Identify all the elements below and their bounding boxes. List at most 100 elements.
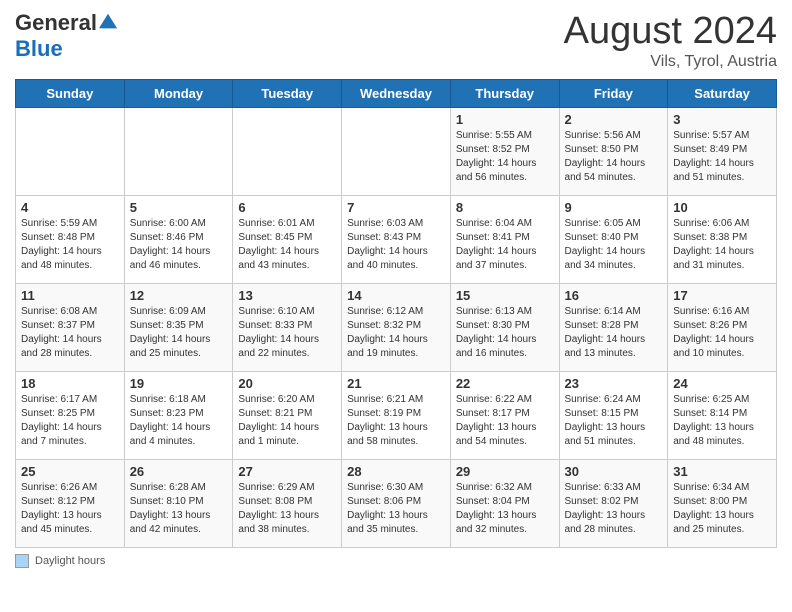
weekday-header-saturday: Saturday	[668, 80, 777, 108]
day-info: Sunrise: 6:24 AM Sunset: 8:15 PM Dayligh…	[565, 393, 663, 449]
day-number: 8	[456, 200, 554, 215]
day-number: 30	[565, 464, 663, 479]
calendar-cell	[124, 108, 233, 196]
day-number: 14	[347, 288, 445, 303]
day-number: 21	[347, 376, 445, 391]
day-info: Sunrise: 6:32 AM Sunset: 8:04 PM Dayligh…	[456, 481, 554, 537]
daylight-box	[15, 554, 29, 568]
logo: General Blue	[15, 10, 117, 62]
day-number: 6	[238, 200, 336, 215]
day-number: 16	[565, 288, 663, 303]
day-number: 3	[673, 112, 771, 127]
day-number: 18	[21, 376, 119, 391]
calendar-cell: 26Sunrise: 6:28 AM Sunset: 8:10 PM Dayli…	[124, 460, 233, 548]
day-info: Sunrise: 6:14 AM Sunset: 8:28 PM Dayligh…	[565, 305, 663, 361]
day-number: 7	[347, 200, 445, 215]
calendar-cell: 23 Sunrise: 6:24 AM Sunset: 8:15 PM Dayli…	[559, 372, 668, 460]
calendar-cell: 29 Sunrise: 6:32 AM Sunset: 8:04 PM Dayli…	[450, 460, 559, 548]
calendar-week-3: 11Sunrise: 6:08 AM Sunset: 8:37 PM Dayli…	[16, 284, 777, 372]
calendar-cell: 3 Sunrise: 5:57 AM Sunset: 8:49 PM Daylig…	[668, 108, 777, 196]
day-number: 2	[565, 112, 663, 127]
calendar-cell: 27 Sunrise: 6:29 AM Sunset: 8:08 PM Dayli…	[233, 460, 342, 548]
day-number: 24	[673, 376, 771, 391]
weekday-header-sunday: Sunday	[16, 80, 125, 108]
calendar-cell: 2 Sunrise: 5:56 AM Sunset: 8:50 PM Daylig…	[559, 108, 668, 196]
calendar-cell: 7 Sunrise: 6:03 AM Sunset: 8:43 PM Daylig…	[342, 196, 451, 284]
day-number: 17	[673, 288, 771, 303]
weekday-header-thursday: Thursday	[450, 80, 559, 108]
day-number: 15	[456, 288, 554, 303]
calendar-cell: 1 Sunrise: 5:55 AM Sunset: 8:52 PM Daylig…	[450, 108, 559, 196]
page-header: General Blue August 2024 Vils, Tyrol, Au…	[15, 10, 777, 71]
calendar-cell: 5Sunrise: 6:00 AM Sunset: 8:46 PM Daylig…	[124, 196, 233, 284]
calendar-cell: 31 Sunrise: 6:34 AM Sunset: 8:00 PM Dayli…	[668, 460, 777, 548]
logo-icon	[99, 12, 117, 30]
weekday-header-friday: Friday	[559, 80, 668, 108]
day-info: Sunrise: 6:08 AM Sunset: 8:37 PM Dayligh…	[21, 305, 119, 361]
calendar-cell: 16 Sunrise: 6:14 AM Sunset: 8:28 PM Dayli…	[559, 284, 668, 372]
day-number: 25	[21, 464, 119, 479]
day-info: Sunrise: 6:33 AM Sunset: 8:02 PM Dayligh…	[565, 481, 663, 537]
day-info: Sunrise: 6:04 AM Sunset: 8:41 PM Dayligh…	[456, 217, 554, 273]
calendar-week-4: 18 Sunrise: 6:17 AM Sunset: 8:25 PM Dayli…	[16, 372, 777, 460]
day-info: Sunrise: 5:55 AM Sunset: 8:52 PM Dayligh…	[456, 129, 554, 185]
calendar-cell: 6Sunrise: 6:01 AM Sunset: 8:45 PM Daylig…	[233, 196, 342, 284]
day-info: Sunrise: 5:56 AM Sunset: 8:50 PM Dayligh…	[565, 129, 663, 185]
day-info: Sunrise: 6:34 AM Sunset: 8:00 PM Dayligh…	[673, 481, 771, 537]
calendar-week-2: 4 Sunrise: 5:59 AM Sunset: 8:48 PM Daylig…	[16, 196, 777, 284]
calendar-footer: Daylight hours	[15, 554, 777, 568]
calendar-cell: 12 Sunrise: 6:09 AM Sunset: 8:35 PM Dayli…	[124, 284, 233, 372]
day-info: Sunrise: 6:12 AM Sunset: 8:32 PM Dayligh…	[347, 305, 445, 361]
weekday-header-row: SundayMondayTuesdayWednesdayThursdayFrid…	[16, 80, 777, 108]
day-number: 31	[673, 464, 771, 479]
calendar-cell: 22Sunrise: 6:22 AM Sunset: 8:17 PM Dayli…	[450, 372, 559, 460]
day-info: Sunrise: 6:21 AM Sunset: 8:19 PM Dayligh…	[347, 393, 445, 449]
day-info: Sunrise: 6:26 AM Sunset: 8:12 PM Dayligh…	[21, 481, 119, 537]
day-number: 9	[565, 200, 663, 215]
calendar-cell: 13 Sunrise: 6:10 AM Sunset: 8:33 PM Dayli…	[233, 284, 342, 372]
day-number: 12	[130, 288, 228, 303]
calendar-cell: 28Sunrise: 6:30 AM Sunset: 8:06 PM Dayli…	[342, 460, 451, 548]
calendar-cell: 15Sunrise: 6:13 AM Sunset: 8:30 PM Dayli…	[450, 284, 559, 372]
logo-blue-text: Blue	[15, 36, 63, 62]
calendar-week-1: 1 Sunrise: 5:55 AM Sunset: 8:52 PM Daylig…	[16, 108, 777, 196]
weekday-header-tuesday: Tuesday	[233, 80, 342, 108]
day-info: Sunrise: 5:57 AM Sunset: 8:49 PM Dayligh…	[673, 129, 771, 185]
month-title: August 2024	[564, 10, 777, 53]
calendar-week-5: 25 Sunrise: 6:26 AM Sunset: 8:12 PM Dayli…	[16, 460, 777, 548]
day-number: 29	[456, 464, 554, 479]
day-info: Sunrise: 6:00 AM Sunset: 8:46 PM Dayligh…	[130, 217, 228, 273]
day-number: 27	[238, 464, 336, 479]
day-number: 1	[456, 112, 554, 127]
calendar-cell: 21 Sunrise: 6:21 AM Sunset: 8:19 PM Dayli…	[342, 372, 451, 460]
day-info: Sunrise: 6:03 AM Sunset: 8:43 PM Dayligh…	[347, 217, 445, 273]
title-block: August 2024 Vils, Tyrol, Austria	[564, 10, 777, 71]
calendar-cell: 14 Sunrise: 6:12 AM Sunset: 8:32 PM Dayli…	[342, 284, 451, 372]
day-info: Sunrise: 6:29 AM Sunset: 8:08 PM Dayligh…	[238, 481, 336, 537]
day-info: Sunrise: 6:16 AM Sunset: 8:26 PM Dayligh…	[673, 305, 771, 361]
day-number: 4	[21, 200, 119, 215]
calendar-cell: 4 Sunrise: 5:59 AM Sunset: 8:48 PM Daylig…	[16, 196, 125, 284]
calendar-cell: 17 Sunrise: 6:16 AM Sunset: 8:26 PM Dayli…	[668, 284, 777, 372]
calendar-cell: 20Sunrise: 6:20 AM Sunset: 8:21 PM Dayli…	[233, 372, 342, 460]
day-number: 28	[347, 464, 445, 479]
calendar-header: SundayMondayTuesdayWednesdayThursdayFrid…	[16, 80, 777, 108]
day-info: Sunrise: 6:09 AM Sunset: 8:35 PM Dayligh…	[130, 305, 228, 361]
day-number: 13	[238, 288, 336, 303]
calendar-table: SundayMondayTuesdayWednesdayThursdayFrid…	[15, 79, 777, 548]
day-info: Sunrise: 5:59 AM Sunset: 8:48 PM Dayligh…	[21, 217, 119, 273]
day-info: Sunrise: 6:22 AM Sunset: 8:17 PM Dayligh…	[456, 393, 554, 449]
day-number: 23	[565, 376, 663, 391]
day-info: Sunrise: 6:06 AM Sunset: 8:38 PM Dayligh…	[673, 217, 771, 273]
calendar-cell: 11Sunrise: 6:08 AM Sunset: 8:37 PM Dayli…	[16, 284, 125, 372]
day-info: Sunrise: 6:17 AM Sunset: 8:25 PM Dayligh…	[21, 393, 119, 449]
day-info: Sunrise: 6:10 AM Sunset: 8:33 PM Dayligh…	[238, 305, 336, 361]
calendar-cell: 8 Sunrise: 6:04 AM Sunset: 8:41 PM Daylig…	[450, 196, 559, 284]
day-number: 26	[130, 464, 228, 479]
day-info: Sunrise: 6:20 AM Sunset: 8:21 PM Dayligh…	[238, 393, 336, 449]
weekday-header-wednesday: Wednesday	[342, 80, 451, 108]
calendar-body: 1 Sunrise: 5:55 AM Sunset: 8:52 PM Daylig…	[16, 108, 777, 548]
day-number: 19	[130, 376, 228, 391]
calendar-cell: 19Sunrise: 6:18 AM Sunset: 8:23 PM Dayli…	[124, 372, 233, 460]
day-info: Sunrise: 6:05 AM Sunset: 8:40 PM Dayligh…	[565, 217, 663, 273]
